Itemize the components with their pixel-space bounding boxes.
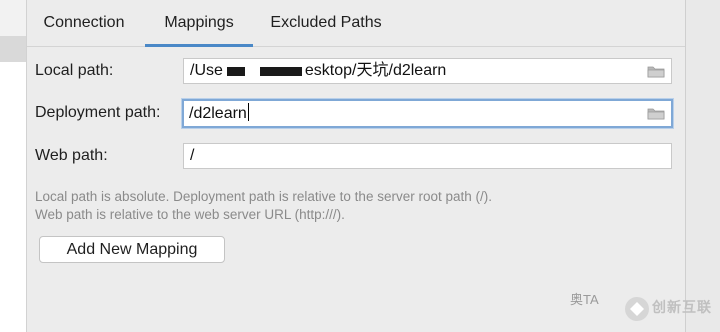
local-path-field[interactable]: /Use esktop/天坑/d2learn [183,58,672,84]
tab-excluded-paths[interactable]: Excluded Paths [257,0,395,46]
watermark-text-left: 奥TA [570,292,599,307]
deployment-path-field[interactable]: /d2learn [182,99,673,128]
deployment-path-value: /d2learn [189,103,249,122]
server-list-selected-row[interactable] [0,36,26,62]
dialog-right-edge [685,0,720,332]
folder-icon[interactable] [647,107,665,120]
text-caret [247,103,249,121]
add-new-mapping-button[interactable]: Add New Mapping [39,236,225,263]
local-path-label: Local path: [35,62,114,79]
tab-connection[interactable]: Connection [27,0,141,46]
server-list[interactable] [0,36,26,332]
watermark-brand: 创新互联 [652,299,712,315]
brand-logo-icon [625,297,649,321]
web-path-field[interactable]: / [183,143,672,169]
folder-icon[interactable] [647,65,665,78]
redaction-mark [227,67,245,76]
hint-local-path: Local path is absolute. Deployment path … [35,189,492,204]
deployment-path-label: Deployment path: [35,104,161,121]
web-path-value: / [190,147,195,164]
hint-web-path: Web path is relative to the web server U… [35,207,345,222]
web-path-label: Web path: [35,147,108,164]
redaction-mark [260,67,302,76]
deployment-dialog: Connection Mappings Excluded Paths Local… [0,0,720,332]
tab-mappings[interactable]: Mappings [145,0,253,47]
tab-bar: Connection Mappings Excluded Paths [27,0,685,47]
server-list-panel [0,0,27,332]
